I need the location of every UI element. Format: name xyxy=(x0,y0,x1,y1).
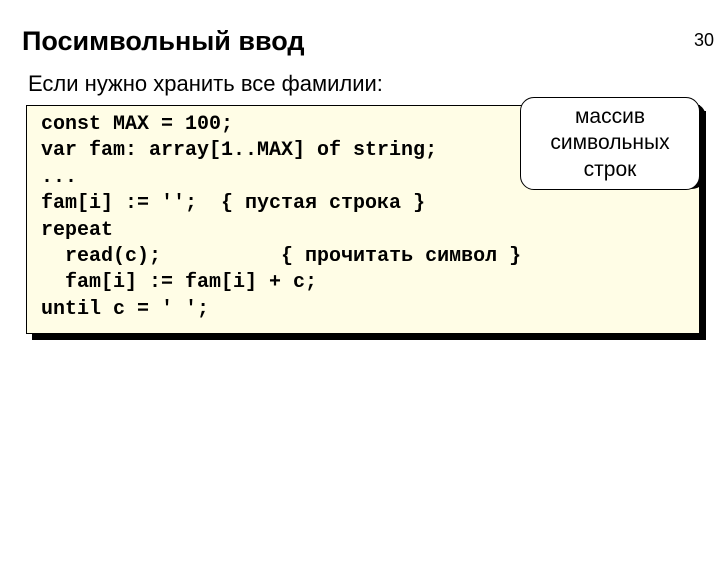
code-line: fam[i] := fam[i] + c; xyxy=(41,271,317,294)
slide-subtitle: Если нужно хранить все фамилии: xyxy=(28,71,720,97)
page-number: 30 xyxy=(694,30,714,51)
code-line: until c = ' '; xyxy=(41,298,209,321)
code-line: const MAX = 100; xyxy=(41,113,233,136)
code-line: var fam: array[1..MAX] of string; xyxy=(41,139,437,162)
code-comment: { прочитать символ } xyxy=(281,245,521,268)
code-comment: { пустая строка } xyxy=(221,192,425,215)
code-line: fam[i] := ''; xyxy=(41,192,221,215)
code-line: repeat xyxy=(41,219,113,242)
code-line: read(c); xyxy=(41,245,281,268)
callout-box: массив символьных строк xyxy=(520,97,700,190)
code-line: ... xyxy=(41,166,77,189)
slide-title: Посимвольный ввод xyxy=(22,26,720,57)
